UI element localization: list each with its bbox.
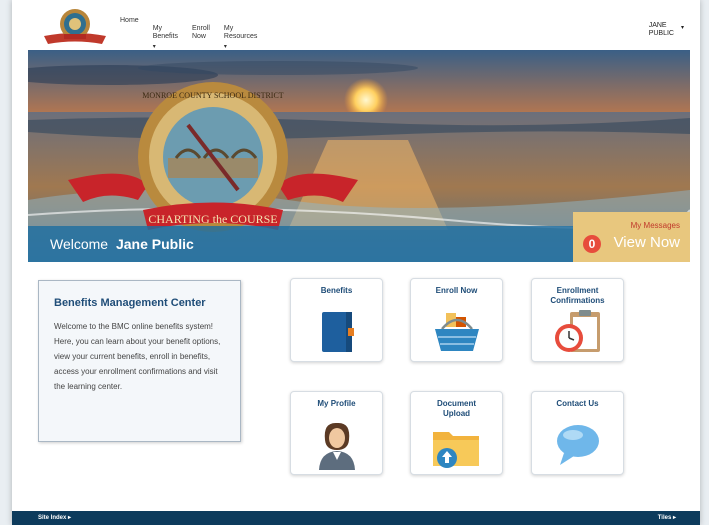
welcome-message: Welcome Jane Public bbox=[50, 236, 194, 252]
welcome-prefix: Welcome bbox=[50, 236, 109, 252]
tile-contact-us[interactable]: Contact Us bbox=[531, 391, 624, 475]
footer-bar: Site Index ▸ Tiles ▸ bbox=[12, 511, 700, 525]
welcome-user-name: Jane Public bbox=[115, 236, 194, 252]
messages-label: My Messages bbox=[630, 221, 680, 230]
tile-my-profile-label: My Profile bbox=[317, 399, 356, 408]
district-logo[interactable] bbox=[40, 6, 110, 48]
top-navbar: Home My Benefits ▾ Enroll Now My Resourc… bbox=[12, 0, 700, 50]
shopping-basket-icon bbox=[434, 313, 479, 351]
user-menu[interactable]: JANE PUBLIC bbox=[649, 22, 674, 38]
user-profile-icon bbox=[318, 422, 355, 470]
nav-my-resources-label: My Resources bbox=[223, 25, 258, 40]
tile-enroll-now-label: Enroll Now bbox=[435, 286, 478, 295]
seal-banner-text: CHARTING the COURSE bbox=[148, 212, 277, 226]
nav-enroll-now-label: Enroll Now bbox=[191, 25, 210, 40]
user-last-name: PUBLIC bbox=[648, 30, 674, 37]
speech-bubble-icon bbox=[556, 425, 599, 465]
tile-enroll-now[interactable]: Enroll Now bbox=[410, 278, 503, 362]
tile-my-profile[interactable]: My Profile bbox=[290, 391, 383, 475]
folder-upload-icon bbox=[432, 432, 479, 468]
chevron-down-icon[interactable]: ▾ bbox=[681, 24, 684, 31]
messages-count-badge: 0 bbox=[583, 235, 601, 253]
view-now-link[interactable]: View Now bbox=[614, 234, 680, 251]
tile-enrollment-confirmations[interactable]: Enrollment Confirmations bbox=[531, 278, 624, 362]
nav-home-label: Home bbox=[120, 17, 139, 24]
messages-widget[interactable]: My Messages 0 View Now bbox=[573, 212, 690, 262]
tile-document-upload[interactable]: Document Upload bbox=[410, 391, 503, 475]
bmc-info-panel: Benefits Management Center Welcome to th… bbox=[38, 280, 241, 442]
user-first-name: JANE bbox=[648, 22, 667, 29]
nav-my-benefits-label: My Benefits bbox=[152, 25, 178, 40]
app-frame: Home My Benefits ▾ Enroll Now My Resourc… bbox=[12, 0, 700, 525]
site-index-link[interactable]: Site Index ▸ bbox=[38, 514, 71, 521]
tile-benefits[interactable]: Benefits bbox=[290, 278, 383, 362]
binder-icon bbox=[321, 312, 354, 352]
tile-contact-us-label: Contact Us bbox=[556, 399, 599, 408]
info-body: Welcome to the BMC online benefits syste… bbox=[54, 322, 221, 391]
seal-title-text: MONROE COUNTY SCHOOL DISTRICT bbox=[142, 91, 284, 100]
tile-confirmations-label: Enrollment Confirmations bbox=[550, 286, 605, 305]
tile-document-upload-label: Document Upload bbox=[436, 399, 477, 418]
info-title: Benefits Management Center bbox=[54, 297, 206, 309]
tile-benefits-label: Benefits bbox=[320, 286, 353, 295]
tiles-link[interactable]: Tiles ▸ bbox=[658, 514, 676, 521]
clipboard-clock-icon bbox=[554, 310, 600, 352]
